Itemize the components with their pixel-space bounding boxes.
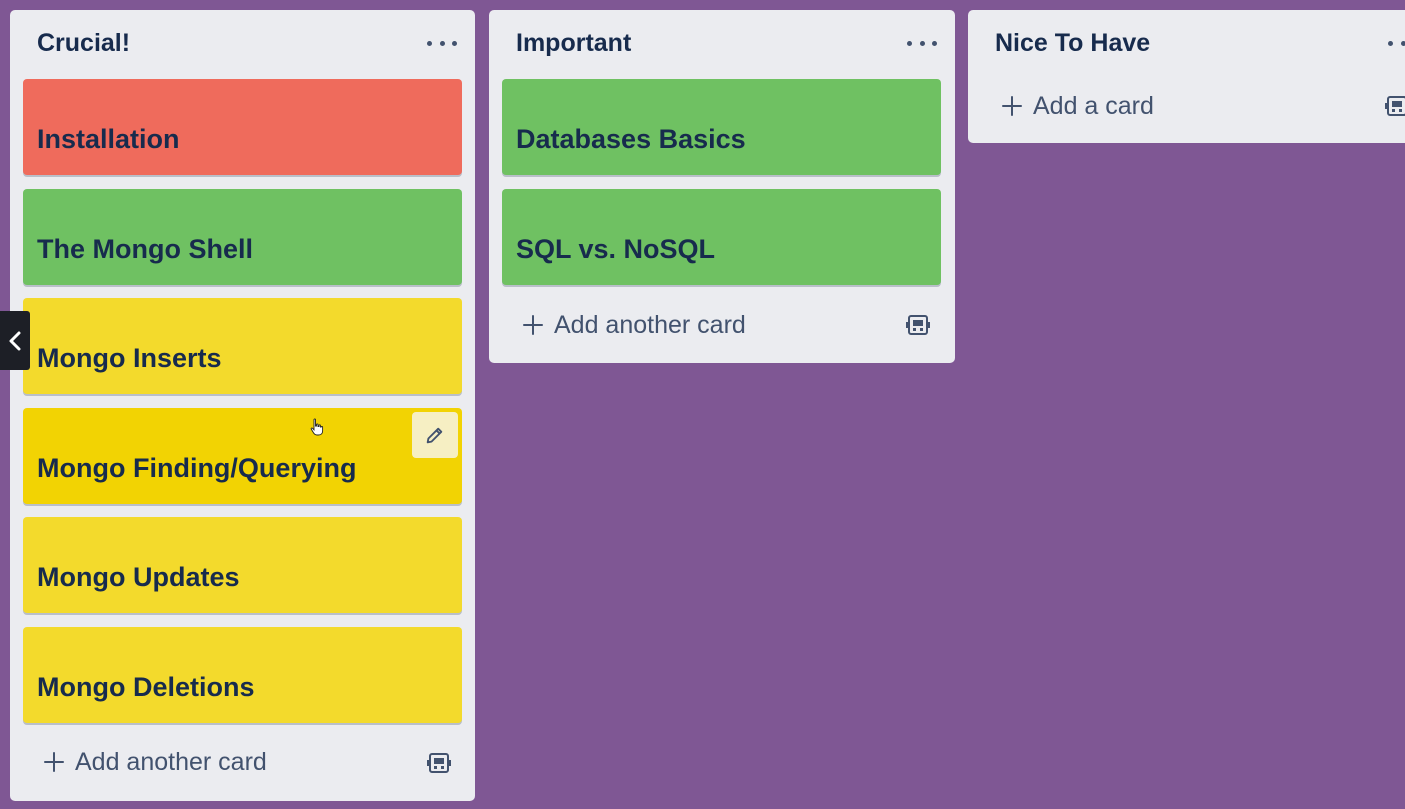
list-nice-to-have: Nice To Have Add a card (968, 10, 1405, 143)
chevron-left-icon[interactable] (0, 311, 30, 370)
card-title: Installation (37, 124, 180, 154)
more-horizontal-icon[interactable] (907, 36, 937, 50)
card-mongo-deletions[interactable]: Mongo Deletions (23, 627, 462, 723)
more-horizontal-icon[interactable] (427, 36, 457, 50)
card-sql-vs-nosql[interactable]: SQL vs. NoSQL (502, 189, 941, 285)
card-title: Mongo Finding/Querying (37, 453, 357, 483)
pencil-icon[interactable] (412, 412, 458, 458)
card-databases-basics[interactable]: Databases Basics (502, 79, 941, 175)
plus-icon (1000, 94, 1024, 118)
card-title: Mongo Updates (37, 562, 240, 592)
add-card-label: Add another card (75, 747, 267, 776)
card-title: SQL vs. NoSQL (516, 234, 716, 264)
card-mongo-inserts[interactable]: Mongo Inserts (23, 298, 462, 394)
more-horizontal-icon[interactable] (1388, 36, 1405, 50)
card-the-mongo-shell[interactable]: The Mongo Shell (23, 189, 462, 285)
add-card-button[interactable]: Add a card (981, 84, 1405, 128)
list-header: Nice To Have (968, 10, 1405, 78)
list-header: Important (489, 10, 955, 78)
card-mongo-finding-querying[interactable]: Mongo Finding/Querying (23, 408, 462, 504)
list-title[interactable]: Nice To Have (995, 29, 1150, 58)
add-card-label: Add another card (554, 310, 746, 339)
card-title: Mongo Inserts (37, 343, 222, 373)
card-title: Databases Basics (516, 124, 746, 154)
card-mongo-updates[interactable]: Mongo Updates (23, 517, 462, 613)
list-important: Important Databases Basics SQL vs. NoSQL… (489, 10, 955, 363)
list-title[interactable]: Important (516, 29, 631, 58)
list-crucial: Crucial! Installation The Mongo Shell Mo… (10, 10, 475, 801)
card-title: Mongo Deletions (37, 672, 255, 702)
list-title[interactable]: Crucial! (37, 29, 130, 58)
card-template-icon[interactable] (906, 314, 930, 336)
card-template-icon[interactable] (427, 752, 451, 774)
add-card-label: Add a card (1033, 91, 1154, 120)
list-header: Crucial! (10, 10, 475, 78)
board: Crucial! Installation The Mongo Shell Mo… (0, 0, 1405, 809)
card-title: The Mongo Shell (37, 234, 253, 264)
add-card-button[interactable]: Add another card (502, 303, 942, 347)
card-installation[interactable]: Installation (23, 79, 462, 175)
add-card-button[interactable]: Add another card (23, 740, 462, 784)
card-template-icon[interactable] (1385, 95, 1405, 117)
plus-icon (42, 750, 66, 774)
plus-icon (521, 313, 545, 337)
